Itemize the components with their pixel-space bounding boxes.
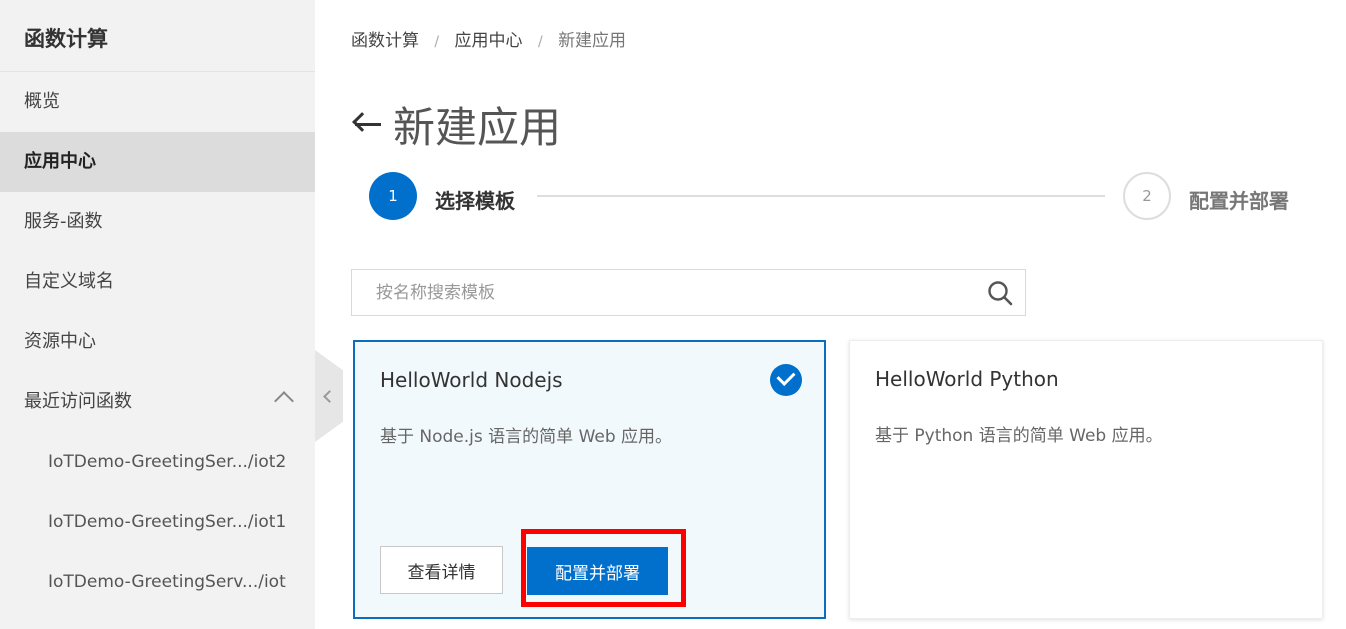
sidebar-item-resource-center[interactable]: 资源中心	[0, 312, 315, 372]
step-1-circle: 1	[369, 172, 417, 220]
page-title: 新建应用	[351, 96, 561, 152]
search-input[interactable]	[352, 270, 972, 315]
template-title: HelloWorld Python	[875, 367, 1059, 391]
template-description: 基于 Python 语言的简单 Web 应用。	[875, 426, 1163, 446]
back-arrow-icon[interactable]	[351, 109, 385, 139]
sidebar-item-services-functions[interactable]: 服务-函数	[0, 192, 315, 252]
template-card-python[interactable]: HelloWorld Python 基于 Python 语言的简单 Web 应用…	[849, 340, 1323, 619]
breadcrumb-current: 新建应用	[558, 31, 627, 51]
breadcrumb: 函数计算 / 应用中心 / 新建应用	[351, 26, 626, 51]
sidebar-collapse-toggle[interactable]	[315, 350, 343, 442]
chevron-left-icon	[323, 390, 336, 403]
template-card-nodejs[interactable]: HelloWorld Nodejs 基于 Node.js 语言的简单 Web 应…	[353, 340, 826, 619]
recent-function-iot1[interactable]: IoTDemo-GreetingSer.../iot1	[0, 492, 315, 552]
step-1-label: 选择模板	[435, 189, 515, 213]
step-connector	[537, 195, 1105, 197]
chevron-up-icon[interactable]	[274, 391, 294, 411]
view-details-button[interactable]: 查看详情	[380, 546, 503, 594]
breadcrumb-separator: /	[537, 34, 543, 50]
template-title: HelloWorld Nodejs	[380, 368, 563, 392]
step-2-label: 配置并部署	[1189, 189, 1289, 213]
sidebar: 函数计算 概览 应用中心 服务-函数 自定义域名 资源中心 最近访问函数 IoT…	[0, 0, 315, 629]
check-circle-icon	[770, 364, 802, 396]
sidebar-item-label: 最近访问函数	[24, 391, 132, 412]
page-title-text: 新建应用	[393, 102, 562, 152]
sidebar-item-app-center[interactable]: 应用中心	[0, 132, 315, 192]
template-search	[351, 269, 1026, 316]
sidebar-title: 函数计算	[0, 0, 315, 72]
search-icon[interactable]	[987, 280, 1013, 306]
breadcrumb-function-compute[interactable]: 函数计算	[351, 31, 419, 51]
configure-deploy-button[interactable]: 配置并部署	[527, 547, 668, 595]
step-2-circle: 2	[1123, 172, 1171, 220]
breadcrumb-app-center[interactable]: 应用中心	[455, 31, 523, 51]
recent-function-iot[interactable]: IoTDemo-GreetingServ.../iot	[0, 552, 315, 612]
main-content: 函数计算 / 应用中心 / 新建应用 新建应用 1 选择模板 2 配置并部署 H…	[351, 0, 1346, 629]
recent-function-iot2[interactable]: IoTDemo-GreetingSer.../iot2	[0, 432, 315, 492]
breadcrumb-separator: /	[434, 34, 440, 50]
sidebar-item-custom-domains[interactable]: 自定义域名	[0, 252, 315, 312]
step-indicator: 1 选择模板 2 配置并部署	[369, 172, 1299, 220]
template-description: 基于 Node.js 语言的简单 Web 应用。	[380, 427, 673, 447]
sidebar-item-recent-functions[interactable]: 最近访问函数	[0, 372, 315, 432]
sidebar-item-overview[interactable]: 概览	[0, 72, 315, 132]
